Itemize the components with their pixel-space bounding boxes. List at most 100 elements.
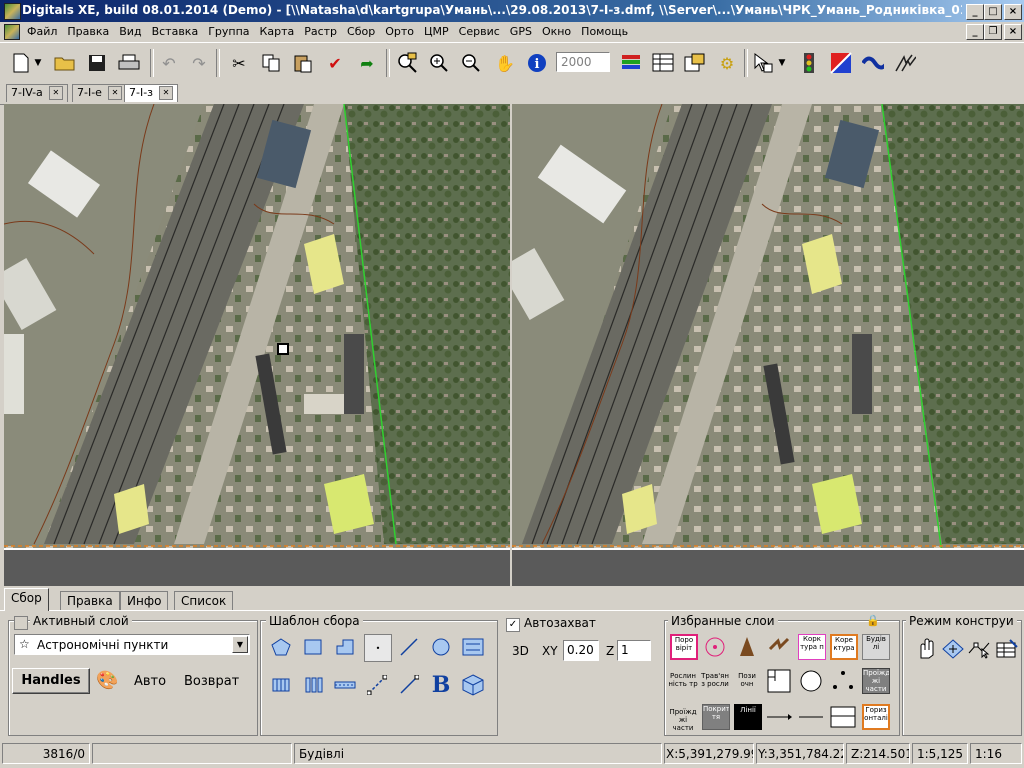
fence-tool-icon[interactable]: [268, 672, 294, 698]
fav-layer-correction-p[interactable]: Корк тура п: [798, 634, 826, 660]
circle-tool-icon[interactable]: [428, 634, 454, 660]
cut-icon[interactable]: ✂: [228, 52, 250, 74]
doc-tab-7-iv-a[interactable]: 7-IV-а ✕: [6, 84, 68, 102]
lock-icon[interactable]: 🔒: [866, 614, 880, 627]
menu-group[interactable]: Группа: [203, 23, 254, 38]
layers-icon[interactable]: [620, 52, 642, 74]
hatch-tool-icon[interactable]: [460, 634, 486, 660]
info-icon[interactable]: i: [526, 52, 548, 74]
new-file-icon[interactable]: [10, 52, 32, 74]
menu-dem[interactable]: ЦМР: [419, 23, 454, 38]
paste-icon[interactable]: [292, 52, 314, 74]
minimize-button[interactable]: _: [966, 4, 984, 20]
fav-layer-coverage[interactable]: Покрит тя: [702, 704, 730, 730]
fav-layer-lines[interactable]: Лінії: [734, 704, 762, 730]
close-tab-icon[interactable]: ✕: [107, 86, 122, 100]
check-icon[interactable]: ✔: [324, 52, 346, 74]
flag-icon[interactable]: [830, 52, 852, 74]
fav-layer-passages[interactable]: Проїжд жі части: [862, 668, 890, 694]
menu-collect[interactable]: Сбор: [342, 23, 380, 38]
3d-object-tool-icon[interactable]: [460, 672, 486, 698]
point-tool-icon[interactable]: •: [364, 634, 392, 662]
fav-layer-bird-icon[interactable]: [766, 634, 792, 660]
new-dropdown-icon[interactable]: ▼: [32, 52, 44, 74]
table-icon[interactable]: [652, 52, 674, 74]
copy-icon[interactable]: [260, 52, 282, 74]
fav-layer-arrow-line-icon[interactable]: [766, 704, 792, 730]
add-vertex-icon[interactable]: [940, 636, 966, 662]
palette-icon[interactable]: 🎨: [96, 670, 118, 691]
map-view-right[interactable]: [512, 104, 1024, 586]
select-dropdown-icon[interactable]: ▼: [776, 52, 788, 74]
mdi-minimize-button[interactable]: _: [966, 24, 984, 40]
scale-input[interactable]: 2000: [556, 52, 610, 72]
return-button[interactable]: Возврат: [184, 674, 239, 689]
parallel-tool-icon[interactable]: [300, 672, 326, 698]
fav-layer-corner-icon[interactable]: [766, 668, 792, 694]
fav-layer-box-icon[interactable]: [830, 704, 856, 730]
close-tab-icon[interactable]: ✕: [48, 86, 63, 100]
polyline-tool-icon[interactable]: [332, 634, 358, 660]
fav-layer-correction[interactable]: Коре ктура: [830, 634, 858, 660]
fav-layer-passages-2[interactable]: Проїжд жі части: [668, 708, 698, 732]
menu-edit[interactable]: Правка: [62, 23, 114, 38]
fav-layer-triangle-icon[interactable]: [734, 634, 760, 660]
mdi-restore-button[interactable]: ❐: [984, 24, 1002, 40]
active-layer-select[interactable]: ☆ Астрономічні пункти ▼: [14, 634, 250, 655]
fav-layer-point-circle-icon[interactable]: [702, 634, 728, 660]
zoom-in-icon[interactable]: [428, 52, 450, 74]
fav-layer-buildings[interactable]: Будів лі: [862, 634, 890, 660]
menu-help[interactable]: Помощь: [576, 23, 633, 38]
move-vertex-icon[interactable]: [966, 636, 992, 662]
zoom-window-icon[interactable]: [396, 52, 418, 74]
save-icon[interactable]: [86, 52, 108, 74]
fav-layer-circle-icon[interactable]: [798, 668, 824, 694]
select-object-icon[interactable]: [752, 52, 774, 74]
menu-view[interactable]: Вид: [114, 23, 146, 38]
auto-button[interactable]: Авто: [134, 674, 166, 689]
autosnap-checkbox[interactable]: ✓: [506, 618, 520, 632]
wave-icon[interactable]: [862, 52, 884, 74]
settings-gear-icon[interactable]: ⚙: [716, 52, 738, 74]
polygon-tool-icon[interactable]: [268, 634, 294, 660]
menu-gps[interactable]: GPS: [505, 23, 537, 38]
close-button[interactable]: ×: [1004, 4, 1022, 20]
arc-tool-icon[interactable]: [396, 672, 422, 698]
menu-window[interactable]: Окно: [537, 23, 576, 38]
open-folder-icon[interactable]: [54, 52, 76, 74]
properties-icon[interactable]: [684, 52, 706, 74]
fav-layer-threshold[interactable]: Поро віріт: [670, 634, 698, 660]
fav-layer-vegetation[interactable]: Рослин ність тр: [668, 672, 698, 688]
menu-file[interactable]: Файл: [22, 23, 62, 38]
traffic-light-icon[interactable]: [798, 52, 820, 74]
3d-mode-button[interactable]: 3D: [512, 644, 529, 658]
close-tab-icon[interactable]: ✕: [159, 86, 174, 100]
undo-icon[interactable]: ↶: [158, 52, 180, 74]
collapse-icon[interactable]: [14, 616, 28, 630]
doc-tab-7-i-e[interactable]: 7-I-е ✕: [72, 84, 127, 102]
xy-tolerance-input[interactable]: 0.20: [563, 640, 599, 661]
table-edit-icon[interactable]: [994, 636, 1020, 662]
tab-info[interactable]: Инфо: [120, 591, 169, 611]
menu-map[interactable]: Карта: [255, 23, 300, 38]
menu-raster[interactable]: Растр: [299, 23, 342, 38]
text-tool-icon[interactable]: B: [428, 672, 454, 698]
lightning-icon[interactable]: [894, 52, 916, 74]
pan-hand-icon[interactable]: ✋: [494, 52, 516, 74]
fav-layer-line-icon[interactable]: [798, 704, 824, 730]
road-tool-icon[interactable]: [332, 672, 358, 698]
maximize-button[interactable]: □: [984, 4, 1002, 20]
refresh-arrow-icon[interactable]: ➦: [356, 52, 378, 74]
rectangle-tool-icon[interactable]: [300, 634, 326, 660]
menu-ortho[interactable]: Орто: [380, 23, 419, 38]
chevron-down-icon[interactable]: ▼: [232, 636, 248, 653]
fav-layer-contours[interactable]: Гориз онталі: [862, 704, 890, 730]
redo-icon[interactable]: ↷: [188, 52, 210, 74]
document-icon[interactable]: [4, 24, 20, 40]
segment-tool-icon[interactable]: [364, 672, 390, 698]
app-icon[interactable]: [4, 3, 21, 20]
doc-tab-7-i-z[interactable]: 7-I-з ✕: [124, 84, 179, 102]
print-icon[interactable]: [118, 52, 140, 74]
menu-service[interactable]: Сервис: [454, 23, 505, 38]
fav-layer-symbols[interactable]: Пози очн: [734, 672, 760, 688]
